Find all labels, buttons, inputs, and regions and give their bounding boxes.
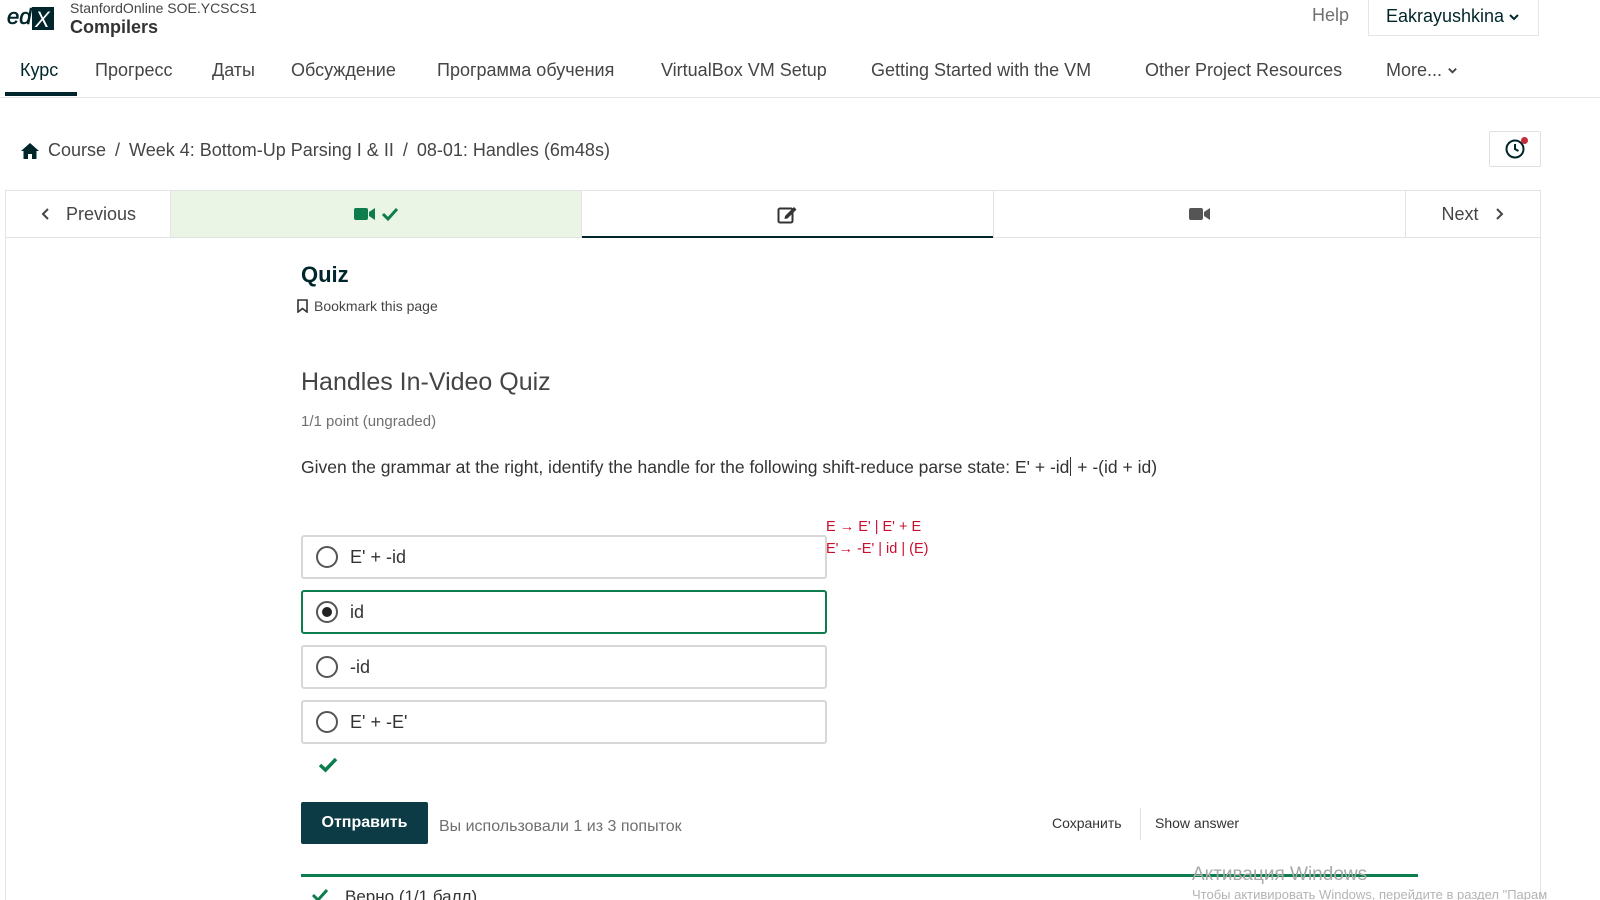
tab-getting-started[interactable]: Getting Started with the VM [871,60,1091,81]
chevron-left-icon [41,208,49,220]
submit-button[interactable]: Отправить [301,802,428,844]
radio-button-checked[interactable] [316,601,338,623]
correct-check-icon [318,757,338,773]
video-camera-icon [353,208,375,220]
choice-label: E' + -id [350,546,406,567]
help-link[interactable]: Help [1312,5,1349,26]
course-title: Compilers [70,17,159,37]
attempts-text: Вы использовали 1 из 3 попыток [439,818,682,835]
video-camera-icon [1188,208,1210,220]
breadcrumb-separator: / [115,140,121,160]
grammar-rule: E'→ -E' | id | (E) [826,541,929,557]
sequence-item-video[interactable] [994,191,1406,237]
tab-course[interactable]: Курс [20,60,58,81]
unit-title: Quiz [301,262,349,287]
check-icon [311,888,329,900]
svg-text:X: X [34,7,51,32]
tab-progress[interactable]: Прогресс [95,60,173,81]
grammar-annotation: E → E' | E' + E E'→ -E' | id | (E) [826,516,929,560]
choice-label: id [350,601,365,622]
breadcrumb-separator: / [402,140,408,160]
course-tabs: Курс Прогресс Даты Обсуждение Программа … [0,50,1600,98]
check-icon [381,207,398,222]
chevron-right-icon [1495,208,1503,220]
breadcrumb: Course / Week 4: Bottom-Up Parsing I & I… [20,140,610,161]
tab-project-resources[interactable]: Other Project Resources [1145,60,1342,81]
question-text: Given the grammar at the right, identify… [301,455,1236,480]
sequence-item-problem-active[interactable] [582,191,994,238]
tab-dates[interactable]: Даты [212,60,255,81]
breadcrumb-course[interactable]: Course [48,140,106,161]
bookmark-button[interactable]: Bookmark this page [297,298,438,314]
question-text-part: Given the grammar at the right, identify… [301,457,1070,477]
problem-progress: 1/1 point (ungraded) [301,413,437,430]
chevron-down-icon [1448,68,1457,74]
windows-activation-hint: Чтобы активировать Windows, перейдите в … [1192,887,1548,900]
tab-discussion[interactable]: Обсуждение [291,60,396,81]
show-answer-button[interactable]: Show answer [1155,815,1239,831]
grammar-rule: E → E' | E' + E [826,519,922,535]
breadcrumb-section[interactable]: Week 4: Bottom-Up Parsing I & II [129,140,394,161]
choice-label: E' + -E' [350,711,408,732]
user-menu[interactable]: Eakrayushkina [1368,0,1539,36]
answer-choice[interactable]: -id [301,645,827,689]
bookmark-label: Bookmark this page [314,298,438,314]
svg-text:ed: ed [7,4,32,29]
home-icon [21,142,39,159]
tab-more[interactable]: More... [1386,60,1458,81]
tab-virtualbox-setup[interactable]: VirtualBox VM Setup [661,60,827,81]
next-button[interactable]: Next [1406,191,1540,237]
problem-title: Handles In-Video Quiz [301,368,551,396]
active-tab-indicator [5,92,77,96]
save-button[interactable]: Сохранить [1052,815,1122,831]
previous-label: Previous [65,203,137,224]
next-label: Next [1441,203,1479,224]
question-text-remainder: + -(id + id) [1072,457,1158,477]
result-status: Верно (1/1 балл) [345,887,478,900]
answer-choice[interactable]: E' + -id [301,535,827,579]
answer-choice[interactable]: E' + -E' [301,700,827,744]
edx-logo[interactable]: ed X [6,2,54,32]
chevron-down-icon [1509,13,1519,20]
tab-syllabus[interactable]: Программа обучения [437,60,614,81]
edit-icon [777,207,796,224]
previous-button[interactable]: Previous [6,191,171,237]
notification-dot [1521,137,1528,144]
radio-button[interactable] [316,711,338,733]
course-org: StanfordOnline SOE.YCSCS1 [70,0,257,16]
tab-more-label: More... [1386,60,1443,80]
bookmark-icon [297,299,308,313]
deadline-clock-button[interactable] [1489,131,1541,167]
choice-label: -id [350,656,371,677]
breadcrumb-subsection[interactable]: 08-01: Handles (6m48s) [417,140,610,161]
unit-navigation: Previous Next [5,190,1541,238]
windows-activation-watermark: Активация Windows [1192,864,1368,885]
radio-button[interactable] [316,656,338,678]
answer-choice-selected[interactable]: id [301,590,827,634]
sequence-item-video-completed[interactable] [171,191,582,237]
action-divider [1140,808,1141,840]
username: Eakrayushkina [1386,6,1505,26]
radio-button[interactable] [316,546,338,568]
